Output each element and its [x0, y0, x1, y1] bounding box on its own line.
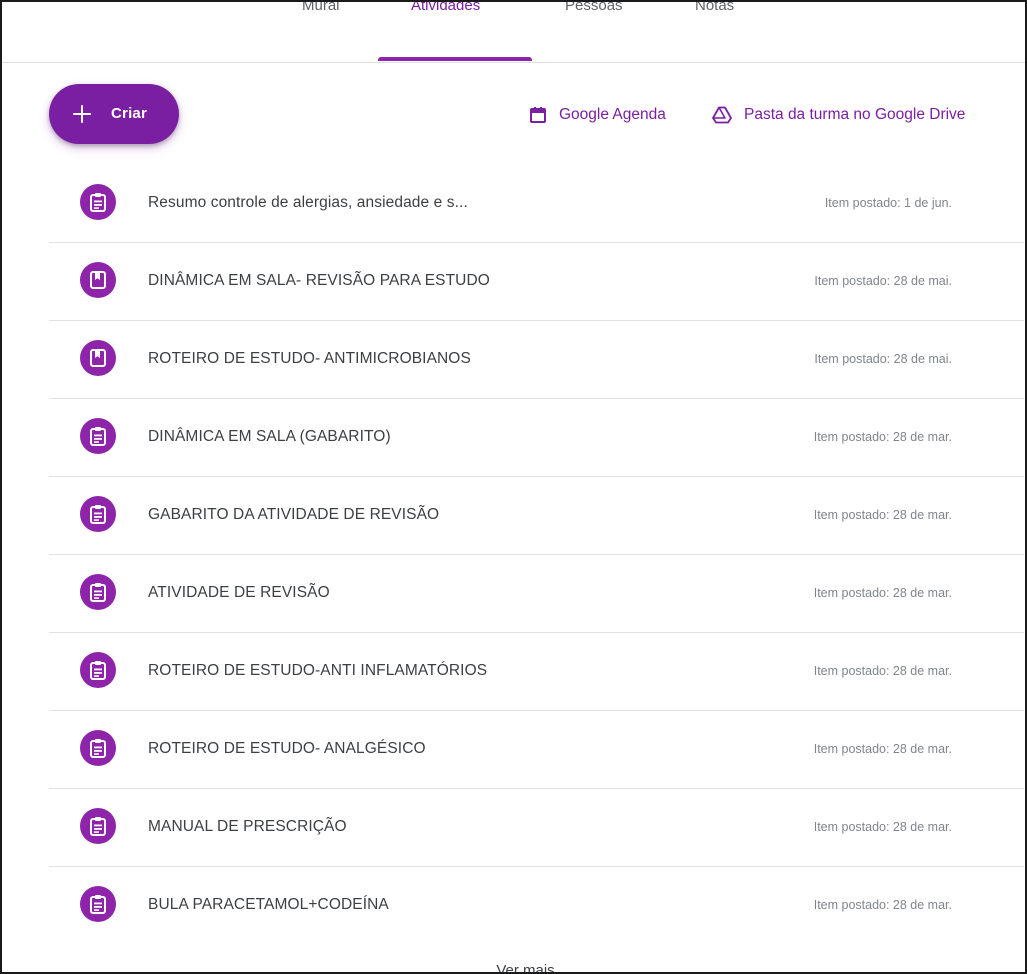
- assignment-icon: [80, 184, 116, 220]
- tab-notas[interactable]: Notas: [695, 2, 734, 60]
- classwork-item-title: ROTEIRO DE ESTUDO- ANTIMICROBIANOS: [148, 350, 471, 367]
- create-button-label: Criar: [111, 105, 148, 122]
- classwork-item-date: Item postado: 28 de mar.: [813, 664, 952, 678]
- classwork-item-title: ROTEIRO DE ESTUDO-ANTI INFLAMATÓRIOS: [148, 662, 488, 679]
- classwork-item[interactable]: ROTEIRO DE ESTUDO- ANTIMICROBIANOS Item p…: [49, 321, 1024, 399]
- assignment-icon: [80, 886, 116, 922]
- classwork-item-title: DINÂMICA EM SALA (GABARITO): [148, 428, 391, 445]
- create-button[interactable]: Criar: [49, 84, 179, 144]
- classwork-item-title: MANUAL DE PRESCRIÇÃO: [148, 818, 347, 835]
- classwork-item-date: Item postado: 28 de mai.: [814, 352, 952, 366]
- material-icon: [80, 340, 116, 376]
- classwork-item-title: ROTEIRO DE ESTUDO- ANALGÉSICO: [148, 740, 426, 757]
- material-icon: [80, 262, 116, 298]
- classwork-item-date: Item postado: 28 de mar.: [813, 586, 952, 600]
- drive-folder-label: Pasta da turma no Google Drive: [744, 106, 966, 123]
- classwork-item-title: DINÂMICA EM SALA- REVISÃO PARA ESTUDO: [148, 272, 490, 289]
- classwork-item-date: Item postado: 28 de mar.: [813, 742, 952, 756]
- assignment-icon: [80, 496, 116, 532]
- classwork-item[interactable]: MANUAL DE PRESCRIÇÃO Item postado: 28 de …: [49, 789, 1024, 867]
- classwork-item-date: Item postado: 28 de mar.: [813, 430, 952, 444]
- assignment-icon: [80, 652, 116, 688]
- assignment-icon: [80, 808, 116, 844]
- active-tab-indicator: [378, 57, 532, 61]
- classwork-item-date: Item postado: 1 de jun.: [824, 196, 952, 210]
- classwork-item[interactable]: BULA PARACETAMOL+CODEÍNA Item postado: 28…: [49, 867, 1024, 945]
- classwork-item[interactable]: ATIVIDADE DE REVISÃO Item postado: 28 de …: [49, 555, 1024, 633]
- assignment-icon: [80, 730, 116, 766]
- assignment-icon: [80, 418, 116, 454]
- classwork-item-title: Resumo controle de alergias, ansiedade e…: [148, 194, 468, 211]
- google-calendar-label: Google Agenda: [559, 106, 666, 123]
- drive-folder-link[interactable]: Pasta da turma no Google Drive: [712, 103, 965, 127]
- classwork-item-title: BULA PARACETAMOL+CODEÍNA: [148, 896, 389, 913]
- tab-pessoas[interactable]: Pessoas: [565, 2, 623, 60]
- classwork-item[interactable]: ROTEIRO DE ESTUDO- ANALGÉSICO Item postad…: [49, 711, 1024, 789]
- classwork-item-date: Item postado: 28 de mai.: [814, 274, 952, 288]
- classroom-page: Mural Atividades Pessoas Notas Criar Goo…: [0, 0, 1027, 974]
- classwork-item-date: Item postado: 28 de mar.: [813, 508, 952, 522]
- classwork-item[interactable]: DINÂMICA EM SALA (GABARITO) Item postado:…: [49, 399, 1024, 477]
- classwork-item[interactable]: DINÂMICA EM SALA- REVISÃO PARA ESTUDO Ite…: [49, 243, 1024, 321]
- drive-icon: [712, 106, 732, 124]
- see-more-link[interactable]: Ver mais: [2, 962, 1025, 972]
- google-calendar-link[interactable]: Google Agenda: [529, 103, 666, 127]
- classwork-item[interactable]: GABARITO DA ATIVIDADE DE REVISÃO Item pos…: [49, 477, 1024, 555]
- plus-icon: [71, 103, 93, 125]
- classwork-item-title: ATIVIDADE DE REVISÃO: [148, 584, 330, 601]
- classwork-list: Resumo controle de alergias, ansiedade e…: [49, 165, 1024, 945]
- assignment-icon: [80, 574, 116, 610]
- tab-mural[interactable]: Mural: [302, 2, 340, 60]
- classwork-item-date: Item postado: 28 de mar.: [813, 820, 952, 834]
- calendar-icon: [530, 107, 546, 123]
- classwork-item-title: GABARITO DA ATIVIDADE DE REVISÃO: [148, 506, 440, 523]
- classwork-item[interactable]: Resumo controle de alergias, ansiedade e…: [49, 165, 1024, 243]
- classwork-item-date: Item postado: 28 de mar.: [813, 898, 952, 912]
- tab-atividades[interactable]: Atividades: [411, 2, 480, 60]
- classwork-item[interactable]: ROTEIRO DE ESTUDO-ANTI INFLAMATÓRIOS Item…: [49, 633, 1024, 711]
- tab-bar: Mural Atividades Pessoas Notas: [2, 2, 1025, 63]
